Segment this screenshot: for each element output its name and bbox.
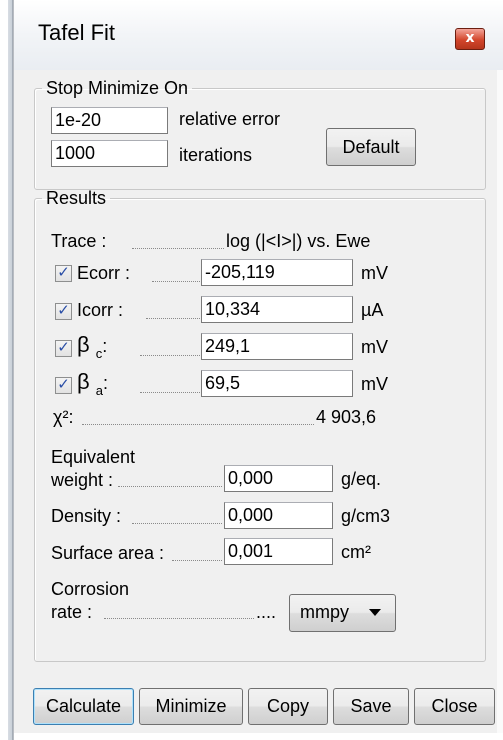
stop-minimize-legend: Stop Minimize On <box>46 78 189 98</box>
trace-value: log (|<I>|) vs. Ewe <box>226 231 371 251</box>
chi2-value: 4 903,6 <box>316 407 377 427</box>
ecorr-dots <box>152 281 200 282</box>
density-unit: g/cm3 <box>341 506 391 526</box>
close-button[interactable]: Close <box>414 688 495 725</box>
beta-a-symbol: β <box>77 369 90 394</box>
density-input[interactable] <box>224 502 333 529</box>
beta-a-input[interactable] <box>201 370 353 397</box>
equivalent-weight-label-line2: weight : <box>51 470 114 490</box>
trace-label: Trace : <box>51 231 107 251</box>
minimize-button[interactable]: Minimize <box>139 688 243 725</box>
default-button[interactable]: Default <box>326 128 416 166</box>
close-icon: x <box>465 30 475 46</box>
corrosion-rate-label-line2: rate : <box>51 602 93 622</box>
equivalent-weight-label-line1: Equivalent <box>51 447 136 467</box>
relative-error-label: relative error <box>179 109 281 129</box>
beta-a-dots <box>140 392 200 393</box>
chi2-label: χ²: <box>53 407 74 427</box>
beta-a-label: β a: <box>77 369 109 399</box>
surface-area-label: Surface area : <box>51 543 165 563</box>
beta-c-unit: mV <box>361 337 388 357</box>
results-legend: Results <box>46 188 107 208</box>
surface-area-input[interactable] <box>224 538 333 565</box>
window-right-border <box>497 70 503 740</box>
trace-dots <box>132 248 224 249</box>
icorr-input[interactable] <box>201 296 353 323</box>
beta-c-colon: : <box>102 336 108 356</box>
beta-a-checkbox[interactable]: ✓ <box>55 375 72 394</box>
corrosion-rate-dots: .... <box>256 602 277 622</box>
beta-c-checkbox[interactable]: ✓ <box>55 338 72 357</box>
corrosion-rate-label-line1: Corrosion <box>51 579 130 599</box>
close-window-button[interactable]: x <box>455 28 485 50</box>
beta-a-colon: : <box>103 373 109 393</box>
surface-area-dots <box>172 560 222 561</box>
beta-c-symbol: β <box>77 332 90 357</box>
beta-c-dots <box>140 355 200 356</box>
icorr-unit: µA <box>361 300 384 320</box>
checkmark-icon: ✓ <box>57 301 70 319</box>
ecorr-unit: mV <box>361 263 388 283</box>
ecorr-checkbox[interactable]: ✓ <box>55 263 72 282</box>
copy-button[interactable]: Copy <box>248 688 328 725</box>
beta-a-unit: mV <box>361 374 388 394</box>
relative-error-input[interactable] <box>51 107 168 134</box>
window-bottom-border <box>14 733 503 740</box>
icorr-dots <box>146 318 200 319</box>
calculate-button[interactable]: Calculate <box>33 688 134 725</box>
surface-area-unit: cm² <box>341 542 371 562</box>
chevron-down-icon <box>369 609 381 616</box>
density-dots <box>132 523 222 524</box>
iterations-input[interactable] <box>51 140 168 167</box>
checkmark-icon: ✓ <box>57 338 70 356</box>
window-left-border <box>0 0 16 740</box>
beta-a-subscript: a <box>95 383 104 398</box>
corrosion-rate-dots-line <box>104 618 254 619</box>
beta-c-subscript: c <box>95 346 103 361</box>
iterations-label: iterations <box>179 145 253 165</box>
checkmark-icon: ✓ <box>57 263 70 281</box>
equivalent-weight-dots <box>118 486 222 487</box>
equivalent-weight-input[interactable] <box>224 465 333 492</box>
ecorr-label: Ecorr : <box>77 263 131 283</box>
checkmark-icon: ✓ <box>57 375 70 393</box>
stop-minimize-group: Stop Minimize On <box>34 78 486 190</box>
beta-c-label: β c: <box>77 332 108 362</box>
ecorr-input[interactable] <box>201 259 353 286</box>
corrosion-rate-unit-select[interactable]: mmpy <box>289 594 396 632</box>
save-button[interactable]: Save <box>333 688 409 725</box>
corrosion-rate-unit-value: mmpy <box>300 602 349 622</box>
beta-c-input[interactable] <box>201 333 353 360</box>
density-label: Density : <box>51 506 122 526</box>
equivalent-weight-unit: g/eq. <box>341 469 382 489</box>
window-title: Tafel Fit <box>38 20 116 45</box>
chi2-dots <box>82 424 314 425</box>
icorr-checkbox[interactable]: ✓ <box>55 301 72 320</box>
icorr-label: Icorr : <box>77 300 124 320</box>
